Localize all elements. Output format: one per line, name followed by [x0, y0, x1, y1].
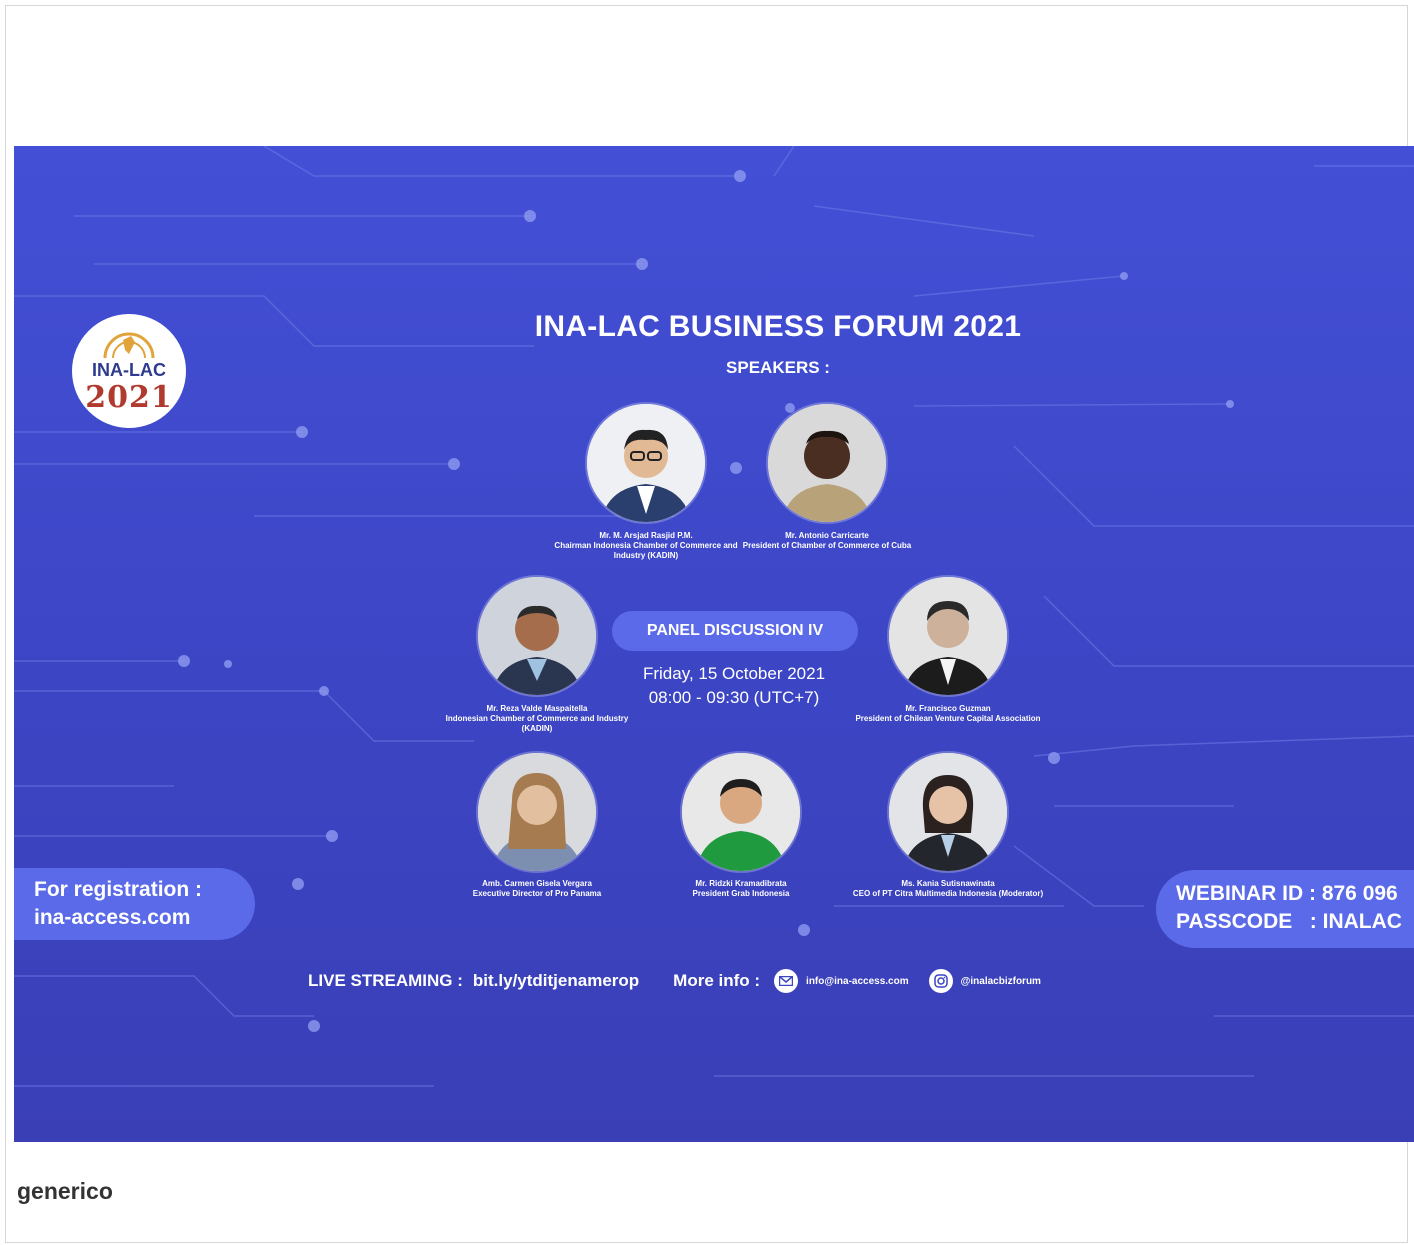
speakers-heading: SPEAKERS : — [726, 358, 830, 377]
speaker-role: Executive Director of Pro Panama — [472, 889, 602, 898]
event-datetime: Friday, 15 October 2021 08:00 - 09:30 (U… — [614, 662, 854, 710]
speaker-name: Mr. Antonio Carricarte — [785, 531, 869, 540]
webinar-passcode: PASSCODE : INALAC — [1176, 910, 1402, 933]
webinar-id: WEBINAR ID : 876 096 — [1176, 882, 1398, 905]
speaker-name: Mr. Francisco Guzman — [905, 704, 991, 713]
registration-label: For registration : — [34, 878, 203, 901]
live-streaming-link: bit.ly/ytditjenamerop — [472, 971, 640, 990]
speaker-photo-6 — [682, 753, 800, 871]
speaker-caption-1: Mr. M. Arsjad Rasjid P.M. Chairman Indon… — [546, 531, 746, 561]
speaker-caption-2: Mr. Antonio Carricarte President of Cham… — [727, 531, 927, 551]
speaker-name: Mr. M. Arsjad Rasjid P.M. — [599, 531, 693, 540]
speaker-photo-3 — [478, 577, 596, 695]
speaker-name: Ms. Kania Sutisnawinata — [901, 879, 995, 888]
speaker-caption-3: Mr. Reza Valde Maspaitella Indonesian Ch… — [437, 704, 637, 734]
speaker-photo-1 — [587, 404, 705, 522]
speaker-caption-7: Ms. Kania Sutisnawinata CEO of PT Citra … — [848, 879, 1048, 899]
speaker-name: Mr. Reza Valde Maspaitella — [486, 704, 588, 713]
registration-pill: For registration : ina-access.com — [14, 868, 255, 940]
speaker-photo-5 — [478, 753, 596, 871]
speaker-role: President of Chamber of Commerce of Cuba — [742, 541, 912, 550]
forum-banner-image[interactable]: INA-LAC 2021 INA-LAC BUSINESS FORUM 2021… — [14, 146, 1414, 1142]
mail-icon — [774, 969, 799, 993]
event-date: Friday, 15 October 2021 — [642, 664, 826, 683]
footer-info: LIVE STREAMING : bit.ly/ytditjenamerop M… — [308, 966, 1041, 996]
category-tag[interactable]: generico — [17, 1178, 113, 1205]
event-time: 08:00 - 09:30 (UTC+7) — [648, 688, 820, 707]
registration-site: ina-access.com — [34, 906, 191, 929]
speaker-caption-4: Mr. Francisco Guzman President of Chilea… — [848, 704, 1048, 724]
speaker-photo-4 — [889, 577, 1007, 695]
speaker-role: President Grab Indonesia — [692, 889, 790, 898]
panel-discussion-badge: PANEL DISCUSSION IV — [612, 611, 858, 651]
speaker-role: Indonesian Chamber of Commerce and Indus… — [445, 714, 629, 733]
speaker-role: President of Chilean Venture Capital Ass… — [855, 714, 1041, 723]
speaker-role: Chairman Indonesia Chamber of Commerce a… — [554, 541, 738, 560]
speaker-caption-6: Mr. Ridzki Kramadibrata President Grab I… — [641, 879, 841, 899]
logo-year: 2021 — [85, 380, 173, 415]
webinar-pill: WEBINAR ID : 876 096 PASSCODE : INALAC — [1156, 870, 1414, 948]
speaker-name: Mr. Ridzki Kramadibrata — [695, 879, 787, 888]
speaker-photo-7 — [889, 753, 1007, 871]
speaker-caption-5: Amb. Carmen Gisela Vergara Executive Dir… — [437, 879, 637, 899]
instagram-handle: @inalacbizforum — [960, 975, 1041, 987]
forum-title: INA-LAC BUSINESS FORUM 2021 — [534, 310, 1022, 343]
instagram-icon — [928, 969, 953, 993]
live-streaming-label: LIVE STREAMING : — [308, 971, 463, 990]
more-info-label: More info : — [673, 971, 761, 990]
speaker-role: CEO of PT Citra Multimedia Indonesia (Mo… — [852, 889, 1044, 898]
speaker-name: Amb. Carmen Gisela Vergara — [482, 879, 592, 888]
info-email: info@ina-access.com — [806, 975, 909, 987]
speaker-photo-2 — [768, 404, 886, 522]
